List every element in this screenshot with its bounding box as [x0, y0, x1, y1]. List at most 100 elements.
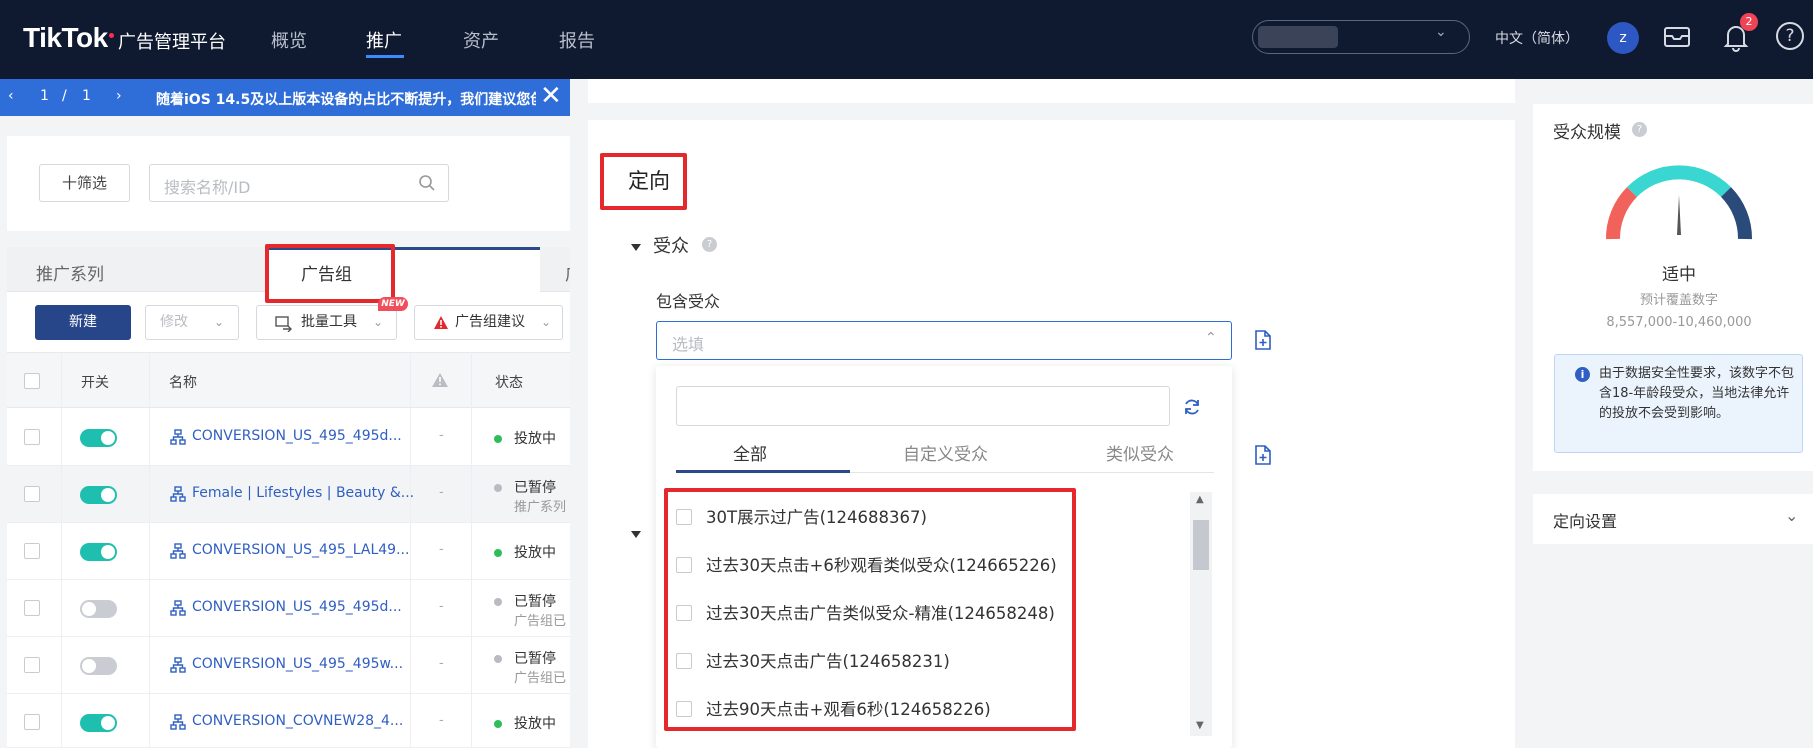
column-divider	[471, 352, 472, 748]
triangle-down-icon[interactable]	[631, 531, 641, 538]
gauge-needle	[1677, 195, 1681, 235]
row-name-link[interactable]: CONVERSION_US_495_495d...	[192, 428, 402, 444]
table-row[interactable]: CONVERSION_COVNEW28_4... - 投放中	[7, 694, 570, 748]
status-dot	[494, 484, 502, 492]
select-all-checkbox[interactable]	[24, 373, 40, 389]
nav-assets[interactable]: 资产	[463, 27, 499, 53]
toggle-knob	[101, 488, 115, 502]
row-toggle-on[interactable]	[80, 486, 117, 504]
refresh-icon[interactable]	[1182, 397, 1202, 417]
adgroup-icon	[170, 486, 186, 502]
row-checkbox[interactable]	[24, 486, 40, 502]
nav-promote[interactable]: 推广	[366, 27, 402, 53]
search-input[interactable]: 搜索名称/ID	[149, 164, 449, 202]
row-toggle-off[interactable]	[80, 657, 117, 675]
adgroup-icon	[170, 543, 186, 559]
chevron-right-icon[interactable]: ›	[116, 88, 122, 104]
scroll-up-icon[interactable]: ▲	[1196, 494, 1204, 505]
nav-overview[interactable]: 概览	[271, 27, 307, 53]
row-toggle-on[interactable]	[80, 429, 117, 447]
column-divider	[61, 352, 62, 748]
search-icon[interactable]	[418, 174, 436, 192]
dropdown-tab-all[interactable]: 全部	[733, 440, 767, 465]
include-audience-select[interactable]: 选填 ⌃	[656, 321, 1232, 360]
row-name-link[interactable]: CONVERSION_US_495_495w...	[192, 656, 403, 672]
help-icon[interactable]: ?	[1776, 22, 1804, 50]
adgroup-suggestion-label: 广告组建议	[455, 314, 525, 330]
notice-message[interactable]: 随着iOS 14.5及以上版本设备的占比不断提升，我们建议您创	[156, 89, 536, 109]
row-toggle-on[interactable]	[80, 714, 117, 732]
row-metric: -	[439, 542, 444, 557]
row-status-sub: 广告组已	[514, 614, 567, 629]
file-upload-icon[interactable]	[1253, 329, 1273, 351]
inbox-icon[interactable]	[1663, 25, 1691, 49]
file-upload-icon[interactable]	[1253, 444, 1273, 466]
header-status[interactable]: 状态	[495, 372, 523, 392]
dropdown-scrollbar[interactable]: ▲ ▼	[1190, 492, 1212, 736]
account-name-redacted	[1258, 26, 1338, 48]
tab-campaign[interactable]: 推广系列	[36, 260, 104, 285]
header-toggle: 开关	[81, 375, 109, 391]
table-row[interactable]: CONVERSION_US_495_495w... - 已暂停 广告组已	[7, 637, 570, 694]
select-placeholder: 选填	[672, 335, 705, 354]
close-icon[interactable]: ✕	[540, 81, 562, 111]
dropdown-search-input[interactable]	[676, 386, 1170, 426]
adgroup-suggestion-button[interactable]: 广告组建议 ⌄	[414, 305, 563, 340]
chevron-left-icon[interactable]: ‹	[8, 88, 14, 104]
table-row[interactable]: CONVERSION_US_495_495d... - 已暂停 广告组已	[7, 580, 570, 637]
highlight-targeting-title	[600, 153, 687, 210]
toggle-knob	[82, 659, 96, 673]
chevron-down-icon[interactable]: ⌄	[1785, 506, 1798, 525]
row-name-link[interactable]: Female | Lifestyles | Beauty &...	[192, 485, 414, 501]
targeting-settings-title[interactable]: 定向设置	[1553, 508, 1617, 532]
dropdown-tab-indicator	[676, 470, 850, 473]
row-toggle-on[interactable]	[80, 543, 117, 561]
adgroup-icon	[170, 714, 186, 730]
table-row[interactable]: CONVERSION_US_495_495d... - 投放中	[7, 409, 570, 466]
nav-reports[interactable]: 报告	[559, 27, 595, 53]
row-status-sub: 推广系列	[514, 500, 567, 515]
audience-size-subtitle: 预计覆盖数字	[1639, 293, 1718, 308]
status-dot	[494, 549, 502, 557]
toggle-knob	[101, 716, 115, 730]
row-checkbox[interactable]	[24, 429, 40, 445]
row-status: 投放中	[514, 716, 556, 732]
scrollbar-thumb[interactable]	[1193, 520, 1209, 570]
row-checkbox[interactable]	[24, 714, 40, 730]
include-audience-label: 包含受众	[656, 292, 721, 311]
language-selector[interactable]: 中文（简体）	[1495, 28, 1579, 48]
row-checkbox[interactable]	[24, 543, 40, 559]
scroll-down-icon[interactable]: ▼	[1196, 720, 1204, 731]
row-metric: -	[439, 485, 444, 500]
audience-size-level: 适中	[1662, 265, 1696, 285]
filter-button[interactable]: 十筛选	[39, 164, 130, 202]
batch-tools-button[interactable]: 批量工具 ⌄	[256, 305, 397, 340]
header-name[interactable]: 名称	[169, 372, 197, 392]
table-row[interactable]: Female | Lifestyles | Beauty &... - 已暂停 …	[7, 466, 570, 523]
top-navigation-bar: TikTok 广告管理平台 概览 推广 资产 报告 ⌄ 中文（简体） z 2 ?	[0, 0, 1813, 79]
row-name-link[interactable]: CONVERSION_US_495_LAL49...	[192, 542, 409, 558]
column-divider	[149, 352, 150, 748]
dropdown-tab-lookalike[interactable]: 类似受众	[1106, 440, 1174, 465]
swap-icon	[275, 316, 292, 332]
chevron-down-icon: ⌄	[541, 315, 552, 329]
warning-icon	[434, 316, 448, 329]
tiktok-logo[interactable]: TikTok	[23, 22, 108, 54]
table-row[interactable]: CONVERSION_US_495_LAL49... - 投放中	[7, 523, 570, 580]
batch-tools-label: 批量工具	[301, 314, 357, 330]
question-icon[interactable]: ?	[702, 237, 717, 252]
row-toggle-off[interactable]	[80, 600, 117, 618]
audience-section-toggle[interactable]: 受众	[631, 232, 689, 258]
question-icon[interactable]: ?	[1632, 122, 1647, 137]
search-placeholder: 搜索名称/ID	[164, 178, 251, 197]
row-checkbox[interactable]	[24, 657, 40, 673]
dropdown-tab-custom[interactable]: 自定义受众	[903, 440, 988, 465]
new-button[interactable]: 新建	[35, 305, 131, 340]
modify-button[interactable]: 修改 ⌄	[145, 305, 239, 340]
avatar[interactable]: z	[1607, 22, 1639, 54]
row-checkbox[interactable]	[24, 600, 40, 616]
row-name-link[interactable]: CONVERSION_COVNEW28_4...	[192, 713, 403, 729]
notice-page-current: 1	[40, 88, 49, 104]
row-name-link[interactable]: CONVERSION_US_495_495d...	[192, 599, 402, 615]
data-security-notice: i 由于数据安全性要求，该数字不包含18-年龄段受众，当地法律允许的投放不会受到…	[1554, 354, 1803, 453]
